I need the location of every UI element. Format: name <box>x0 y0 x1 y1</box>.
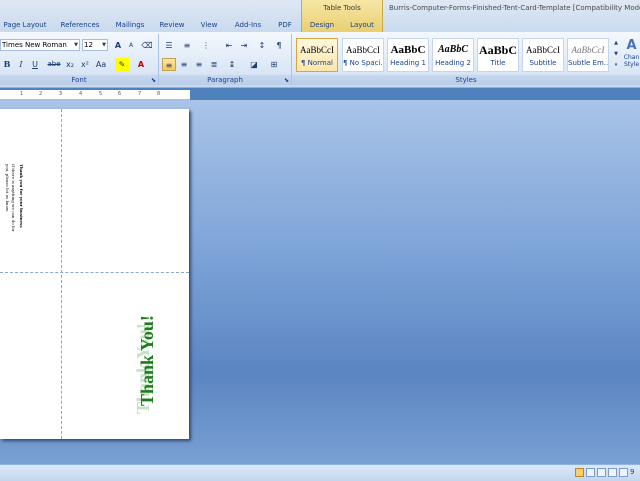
document-workspace[interactable]: Thank you for your business If there is … <box>0 100 640 464</box>
change-styles-icon: A <box>626 38 637 53</box>
ruler-mark: 3 <box>59 91 63 97</box>
dialog-launcher-icon[interactable]: ⬊ <box>284 77 289 84</box>
thank-you-wordart[interactable]: Thank You! Thank You! <box>115 304 175 414</box>
tab-review[interactable]: Review <box>156 20 188 31</box>
line-spacing-icon[interactable]: ↨ <box>225 58 239 71</box>
font-name-select[interactable]: Times New Roman ▼ <box>0 39 80 51</box>
tab-add-ins[interactable]: Add-Ins <box>230 20 266 31</box>
tab-references[interactable]: References <box>56 20 104 31</box>
change-case-button[interactable]: Aa <box>93 58 109 71</box>
font-group-label: Font <box>0 75 158 85</box>
tab-layout[interactable]: Layout <box>345 20 379 31</box>
ruler-mark: 8 <box>157 91 161 97</box>
ruler-mark: 7 <box>138 91 142 97</box>
font-color-button[interactable]: A <box>134 58 148 71</box>
paragraph-group-label: Paragraph <box>159 75 291 85</box>
document-page[interactable]: Thank you for your business If there is … <box>0 109 189 439</box>
web-layout-icon[interactable] <box>597 468 606 477</box>
align-right-icon[interactable]: ≡ <box>192 58 206 71</box>
draft-view-icon[interactable] <box>619 468 628 477</box>
style-title[interactable]: AaBbC Title <box>477 38 519 72</box>
style-heading-2[interactable]: AaBbC Heading 2 <box>432 38 474 72</box>
ribbon-tab-row: Table Tools Burris-Computer-Forms-Finish… <box>0 0 640 32</box>
chevron-down-icon: ▼ <box>74 42 78 48</box>
chevron-down-icon[interactable]: ▼ <box>612 49 620 60</box>
inside-line: you, please let us know. <box>5 164 10 213</box>
table-gridline-vertical <box>61 109 62 439</box>
style-normal[interactable]: AaBbCcI ¶ Normal <box>296 38 338 72</box>
inside-message[interactable]: Thank you for your business If there is … <box>2 164 28 244</box>
dialog-launcher-icon[interactable]: ⬊ <box>151 77 156 84</box>
grow-font-button[interactable]: A <box>111 39 125 52</box>
bullets-icon[interactable]: ☰ <box>162 39 176 52</box>
styles-group-label: Styles <box>292 75 640 85</box>
full-screen-reading-icon[interactable] <box>586 468 595 477</box>
highlight-icon[interactable]: ✎ <box>115 58 129 71</box>
clear-formatting-icon[interactable]: ⌫ <box>140 39 154 52</box>
underline-button[interactable]: U <box>28 58 42 71</box>
style-subtitle[interactable]: AaBbCcI Subtitle <box>522 38 564 72</box>
align-center-icon[interactable]: ≡ <box>177 58 191 71</box>
table-gridline-horizontal <box>0 272 189 273</box>
more-icon[interactable]: ▾ <box>612 60 620 71</box>
chevron-down-icon: ▼ <box>102 42 106 48</box>
tab-view[interactable]: View <box>196 20 222 31</box>
decrease-indent-icon[interactable]: ⇤ <box>222 39 236 52</box>
style-heading-1[interactable]: AaBbC Heading 1 <box>387 38 429 72</box>
paragraph-group: ☰ ≡ ⋮ ⇤ ⇥ ↕ ¶ ≡ ≡ ≡ ≣ ↨ ◪ ⊞ Paragraph ⬊ <box>159 34 292 85</box>
outline-view-icon[interactable] <box>608 468 617 477</box>
shrink-font-button[interactable]: A <box>124 39 138 52</box>
font-size-select[interactable]: 12 ▼ <box>82 39 108 51</box>
tab-page-layout[interactable]: Page Layout <box>2 20 48 31</box>
tab-mailings[interactable]: Mailings <box>110 20 150 31</box>
strikethrough-button[interactable]: abe <box>46 58 62 71</box>
inside-line: Thank you for your business <box>19 164 24 228</box>
numbering-icon[interactable]: ≡ <box>180 39 194 52</box>
show-marks-button[interactable]: ¶ <box>272 39 286 52</box>
window-title: Burris-Computer-Forms-Finished-Tent-Card… <box>389 4 640 12</box>
ruler-mark: 1 <box>20 91 24 97</box>
font-size-value: 12 <box>84 41 93 49</box>
tab-pdf[interactable]: PDF <box>274 20 296 31</box>
italic-button[interactable]: I <box>14 58 28 71</box>
status-bar: 9 <box>0 464 640 481</box>
ruler-mark: 2 <box>39 91 43 97</box>
ruler-mark: 4 <box>79 91 83 97</box>
horizontal-ruler[interactable]: 1 2 3 4 5 6 7 8 <box>0 90 190 100</box>
chevron-up-icon[interactable]: ▲ <box>612 38 620 49</box>
borders-icon[interactable]: ⊞ <box>267 58 281 71</box>
style-subtle-emphasis[interactable]: AaBbCcI Subtle Em... <box>567 38 609 72</box>
styles-group: AaBbCcI ¶ Normal AaBbCcI ¶ No Spaci... A… <box>292 34 640 85</box>
ruler-mark: 5 <box>99 91 103 97</box>
sort-icon[interactable]: ↕ <box>255 39 269 52</box>
zoom-level[interactable]: 9 <box>630 468 634 476</box>
justify-icon[interactable]: ≣ <box>207 58 221 71</box>
style-no-spacing[interactable]: AaBbCcI ¶ No Spaci... <box>342 38 384 72</box>
ribbon: Times New Roman ▼ 12 ▼ A A ⌫ B I U abe x… <box>0 32 640 88</box>
increase-indent-icon[interactable]: ⇥ <box>237 39 251 52</box>
font-group: Times New Roman ▼ 12 ▼ A A ⌫ B I U abe x… <box>0 34 159 85</box>
bold-button[interactable]: B <box>0 58 14 71</box>
font-name-value: Times New Roman <box>2 41 67 49</box>
tab-design[interactable]: Design <box>305 20 339 31</box>
thank-you-text: Thank You! <box>137 315 157 406</box>
table-tools-label: Table Tools <box>323 4 361 12</box>
print-layout-view-icon[interactable] <box>575 468 584 477</box>
ruler-mark: 6 <box>118 91 122 97</box>
multilevel-list-icon[interactable]: ⋮ <box>199 39 213 52</box>
inside-line: If there is anything we can do for <box>11 164 16 232</box>
subscript-button[interactable]: x₂ <box>63 58 77 71</box>
styles-gallery-scroll[interactable]: ▲ ▼ ▾ <box>612 38 620 72</box>
change-styles-button[interactable]: A Chan Style <box>623 38 640 74</box>
align-left-icon[interactable]: ≡ <box>162 58 176 71</box>
superscript-button[interactable]: x² <box>78 58 92 71</box>
shading-icon[interactable]: ◪ <box>247 58 261 71</box>
